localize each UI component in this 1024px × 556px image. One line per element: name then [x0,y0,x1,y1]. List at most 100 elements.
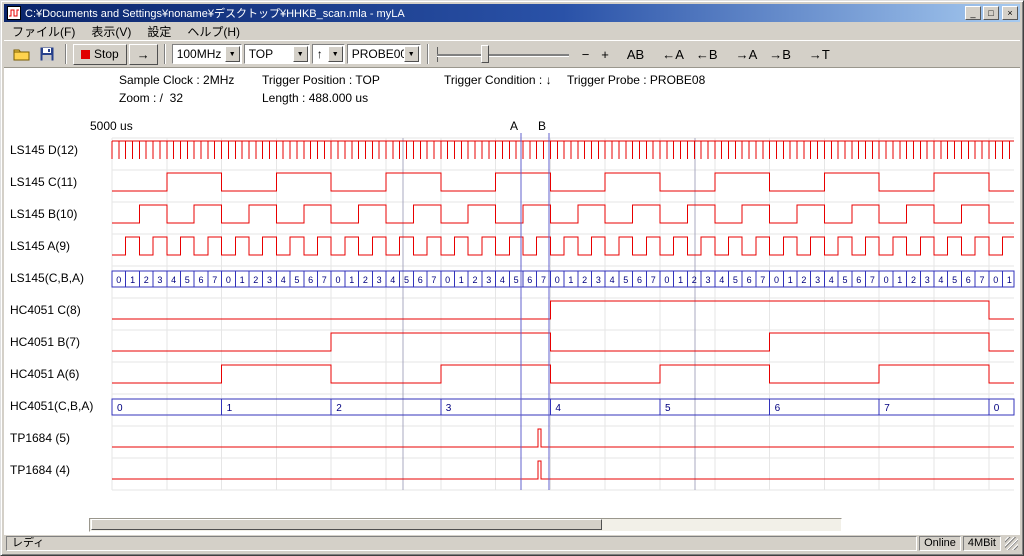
slider-track [437,54,569,56]
channel-label: LS145 D(12) [10,143,78,157]
bus-value: 5 [952,275,957,285]
bus-value: 0 [664,275,669,285]
bus-value: 0 [555,275,560,285]
waveform-trace [112,173,1014,191]
slider-thumb[interactable] [481,45,489,63]
bus-value: 4 [390,275,395,285]
chevron-down-icon[interactable]: ▼ [328,46,343,62]
waveform-trace [112,237,1014,255]
stop-button[interactable]: Stop [73,44,127,65]
bus-value: 6 [637,275,642,285]
bus-value: 1 [459,275,464,285]
bus-value: 0 [117,403,123,414]
bus-value: 7 [870,275,875,285]
run-arrow-icon: → [137,47,150,62]
bus-value: 2 [363,275,368,285]
resize-grip[interactable] [1005,537,1018,550]
maximize-button[interactable]: □ [983,6,999,20]
cursor-label-a: A [510,119,518,133]
channel-label: LS145 A(9) [10,239,70,253]
sample-rate-combo[interactable]: 100MHz ▼ [172,44,242,64]
trigger-edge-combo[interactable]: ↑ ▼ [312,44,345,64]
close-button[interactable]: × [1002,6,1018,20]
bus-value: 7 [884,403,890,414]
goto-a-right-button[interactable]: →A [731,45,763,64]
stop-label: Stop [94,47,119,61]
bus-value: 0 [993,275,998,285]
bus-value: 7 [212,275,217,285]
zoom-out-button[interactable]: − [577,45,595,64]
bus-value: 3 [486,275,491,285]
bus-value: 5 [665,403,671,414]
zoom-info: Zoom : / 32 [119,91,183,105]
bus-value: 2 [472,275,477,285]
time-scale-label: 5000 us [90,119,133,133]
bus-value: 0 [226,275,231,285]
menu-settings[interactable]: 設定 [139,21,179,42]
bus-value: 0 [445,275,450,285]
bus-value: 3 [815,275,820,285]
goto-b-right-button[interactable]: →B [764,45,796,64]
minimize-button[interactable]: _ [965,6,981,20]
bus-value: 2 [336,403,342,414]
ab-button[interactable]: AB [622,45,649,64]
bus-value: 5 [623,275,628,285]
toolbar-separator [65,44,67,64]
horizontal-scrollbar[interactable] [89,518,842,532]
scrollbar-thumb[interactable] [91,519,602,530]
bus-value: 1 [568,275,573,285]
probe-combo[interactable]: PROBE00 ▼ [347,44,421,64]
goto-a-left-button[interactable]: ←A [657,45,689,64]
bus-value: 1 [897,275,902,285]
bus-value: 1 [349,275,354,285]
bus-value: 3 [157,275,162,285]
channel-label: LS145(C,B,A) [10,271,84,285]
waveform-trace [112,205,1014,223]
bus-value: 4 [500,275,505,285]
status-message: レディ [6,536,917,551]
menu-file[interactable]: ファイル(F) [4,21,83,42]
bus-value: 2 [253,275,258,285]
save-floppy-icon [40,47,54,61]
menu-help[interactable]: ヘルプ(H) [179,21,248,42]
window-title: C:¥Documents and Settings¥noname¥デスクトップ¥… [25,5,965,21]
titlebar: C:¥Documents and Settings¥noname¥デスクトップ¥… [4,4,1020,22]
run-button[interactable]: → [129,44,158,65]
bus-value: 6 [308,275,313,285]
bus-value: 2 [144,275,149,285]
channel-label: TP1684 (4) [10,463,70,477]
sample-clock-info: Sample Clock : 2MHz [119,73,234,87]
bus-value: 0 [116,275,121,285]
goto-trigger-button[interactable]: →T [804,45,835,64]
waveform-plot[interactable]: 5000 usLS145 D(12)LS145 C(11)LS145 B(10)… [4,109,1020,494]
chevron-down-icon[interactable]: ▼ [293,46,308,62]
zoom-slider[interactable] [437,43,569,65]
zoom-in-button[interactable]: + [596,45,614,64]
channel-label: LS145 C(11) [10,175,77,189]
bus-value: 6 [856,275,861,285]
trigger-position-combo[interactable]: TOP ▼ [244,44,310,64]
bus-value: 6 [747,275,752,285]
goto-b-left-button[interactable]: ←B [691,45,723,64]
waveform-panel: Sample Clock : 2MHz Trigger Position : T… [4,68,1020,535]
bus-value: 4 [555,403,561,414]
bus-value: 1 [1007,275,1012,285]
menu-view[interactable]: 表示(V) [83,21,139,42]
trigger-position-info: Trigger Position : TOP [262,73,380,87]
probe-value: PROBE00 [348,47,404,61]
bus-value: 6 [527,275,532,285]
save-button[interactable] [35,43,59,65]
open-button[interactable] [9,43,33,65]
toolbar-separator [427,44,429,64]
chevron-down-icon[interactable]: ▼ [225,46,240,62]
bus-value: 3 [705,275,710,285]
bus-value: 6 [775,403,781,414]
bus-value: 2 [582,275,587,285]
chevron-down-icon[interactable]: ▼ [404,46,419,62]
app-icon [6,6,22,20]
trigger-probe-info: Trigger Probe : PROBE08 [567,73,705,87]
bus-value: 2 [801,275,806,285]
bus-value: 5 [733,275,738,285]
length-info: Length : 488.000 us [262,91,368,105]
bus-value: 7 [651,275,656,285]
